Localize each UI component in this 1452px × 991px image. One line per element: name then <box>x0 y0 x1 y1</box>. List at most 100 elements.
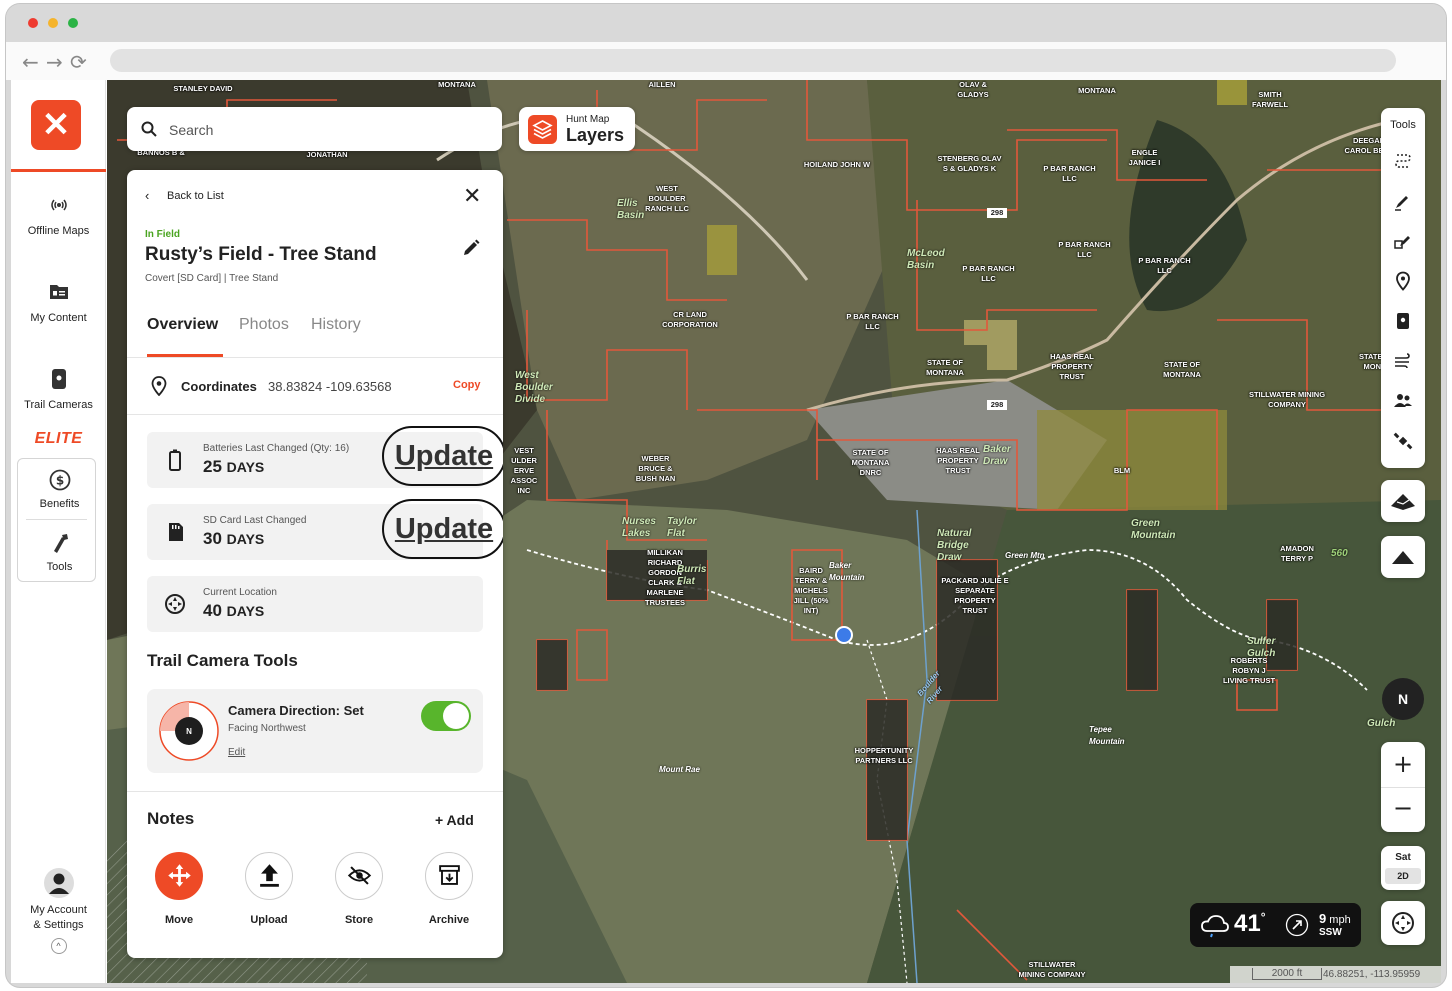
wind-icon[interactable] <box>1393 351 1413 371</box>
maximize-window-dot[interactable] <box>68 18 78 28</box>
map-elevation: 560 <box>1331 548 1348 559</box>
back-arrow-icon[interactable]: ← <box>22 50 39 74</box>
avatar-icon <box>43 868 74 898</box>
close-icon[interactable]: ✕ <box>463 184 481 209</box>
search-bar[interactable]: Search <box>127 107 502 151</box>
map-parcel-label: STILLWATER MINING COMPANY <box>1018 960 1086 979</box>
edit-pencil-icon[interactable] <box>461 238 481 258</box>
rail-item-benefits[interactable]: $ Benefits <box>12 468 107 510</box>
map-parcel-label: P BAR RANCH LLC <box>1138 256 1191 275</box>
close-window-dot[interactable] <box>28 18 38 28</box>
map-place-name: West Boulder Divide <box>515 370 553 405</box>
store-action[interactable]: Store <box>329 852 389 926</box>
address-bar[interactable] <box>110 49 1396 72</box>
map-parcel-label: AMADON TERRY P <box>1280 544 1314 563</box>
minimize-window-dot[interactable] <box>48 18 58 28</box>
add-note-button[interactable]: + Add <box>435 812 474 828</box>
card-number: 30 <box>203 529 222 548</box>
zoom-out-button[interactable]: − <box>1381 794 1425 822</box>
map-parcel-label: ROBERTS ROBYN J LIVING TRUST <box>1222 656 1276 685</box>
mountain-icon <box>1392 551 1414 564</box>
reload-icon[interactable]: ⟳ <box>70 50 87 74</box>
move-icon <box>155 852 203 900</box>
camera-direction-toggle[interactable] <box>421 701 471 731</box>
map-parcel-label: OLAV & GLADYS <box>957 80 989 99</box>
upload-action[interactable]: Upload <box>239 852 299 926</box>
battery-icon <box>169 449 181 471</box>
weather-widget[interactable]: 41° 9 mph SSW <box>1190 903 1361 947</box>
layers-button-label: Layers <box>566 125 625 145</box>
highway-shield: 298 <box>987 208 1007 218</box>
elite-badge: ELITE <box>34 430 83 447</box>
camera-direction-edit-link[interactable]: Edit <box>228 747 245 758</box>
map-place-name: Mount Rae <box>659 765 700 774</box>
map-parcel-label: BLM <box>1113 466 1131 475</box>
rail-item-account[interactable]: My Account & Settings ^ <box>11 868 106 954</box>
rail-item-offline-maps[interactable]: Offline Maps <box>11 193 106 237</box>
layers-icon <box>528 115 557 144</box>
terrain-3d-button[interactable] <box>1381 480 1425 522</box>
map-place-name: Baker Draw <box>983 444 1011 467</box>
terrain-button[interactable] <box>1381 536 1425 578</box>
rail-item-trail-cameras[interactable]: Trail Cameras <box>11 367 106 411</box>
rail-item-tools[interactable]: Tools <box>12 531 107 573</box>
tools-icon <box>53 534 68 553</box>
draw-line-icon[interactable] <box>1393 191 1413 211</box>
coordinates-label: Coordinates <box>181 379 257 394</box>
map-parcel-label: SMITH FARWELL <box>1251 90 1289 109</box>
locate-crosshair-icon <box>1392 912 1414 934</box>
status-badge: In Field <box>145 229 180 240</box>
move-action[interactable]: Move <box>149 852 209 926</box>
forward-arrow-icon[interactable]: → <box>46 50 63 74</box>
card-value: 25 DAYS <box>203 457 264 477</box>
map-parcel-label: CR LAND CORPORATION <box>662 310 718 329</box>
tab-overview[interactable]: Overview <box>147 316 218 334</box>
coordinates-value: 38.83824 -109.63568 <box>268 379 392 394</box>
action-label: Archive <box>428 914 470 926</box>
copy-coordinates-button[interactable]: Copy <box>453 379 481 391</box>
dollar-icon: $ <box>49 469 70 491</box>
rail-label: Offline Maps <box>27 225 90 237</box>
map-parcel-label: HAAS REAL PROPERTY TRUST <box>1050 352 1094 381</box>
map-place-name: McLeod Basin <box>907 248 945 271</box>
zoom-controls: + − <box>1381 742 1425 832</box>
locate-me-button[interactable] <box>1381 901 1425 945</box>
chevron-up-icon[interactable]: ^ <box>50 938 67 954</box>
camera-direction-card: N Camera Direction: Set Facing Northwest… <box>147 689 483 773</box>
onx-logo[interactable]: ✕ <box>31 100 81 150</box>
map-parcel-label: STENBERG OLAV S & GLADYS K <box>937 154 1002 173</box>
logo-underline <box>11 169 106 172</box>
layers-button[interactable]: Hunt Map Layers <box>519 107 635 151</box>
compass-button[interactable]: N <box>1382 678 1424 720</box>
page-title: Rusty’s Field - Tree Stand <box>145 244 377 265</box>
basemap-toggle[interactable]: Sat 2D <box>1381 846 1425 890</box>
rail-label: Tools <box>46 561 73 573</box>
route-icon[interactable] <box>1393 151 1413 171</box>
action-label: Store <box>344 914 374 926</box>
toggle-knob <box>443 703 469 729</box>
update-battery-button[interactable]: Update <box>382 426 503 486</box>
waypoint-pin-icon[interactable] <box>1393 271 1413 291</box>
camera-direction-title: Camera Direction: Set <box>228 703 364 718</box>
tab-history[interactable]: History <box>311 316 361 334</box>
rail-item-my-content[interactable]: My Content <box>11 280 106 324</box>
browser-navbar: ← → ⟳ <box>6 42 1446 80</box>
draw-shape-icon[interactable] <box>1393 231 1413 251</box>
zoom-in-button[interactable]: + <box>1381 750 1425 778</box>
wind-direction: SSW <box>1319 927 1342 938</box>
scale-distance: 2000 ft <box>1252 968 1322 980</box>
app-window: ✕ Offline Maps My Content Trail Cameras … <box>11 80 1441 983</box>
card-value: 40 DAYS <box>203 601 264 621</box>
archive-icon <box>425 852 473 900</box>
update-sd-card-button[interactable]: Update <box>382 499 503 559</box>
satellite-icon[interactable] <box>1393 431 1413 451</box>
tab-photos[interactable]: Photos <box>239 316 289 334</box>
trail-camera-tool-icon[interactable] <box>1393 311 1413 331</box>
map-parcel-label: MONTANA <box>1078 86 1116 95</box>
view-mode-label: 2D <box>1385 868 1421 884</box>
notes-heading: Notes <box>147 809 195 828</box>
archive-action[interactable]: Archive <box>419 852 479 926</box>
layers-button-sub: Hunt Map <box>566 114 610 125</box>
search-input[interactable]: Search <box>169 122 213 138</box>
group-icon[interactable] <box>1393 391 1413 411</box>
